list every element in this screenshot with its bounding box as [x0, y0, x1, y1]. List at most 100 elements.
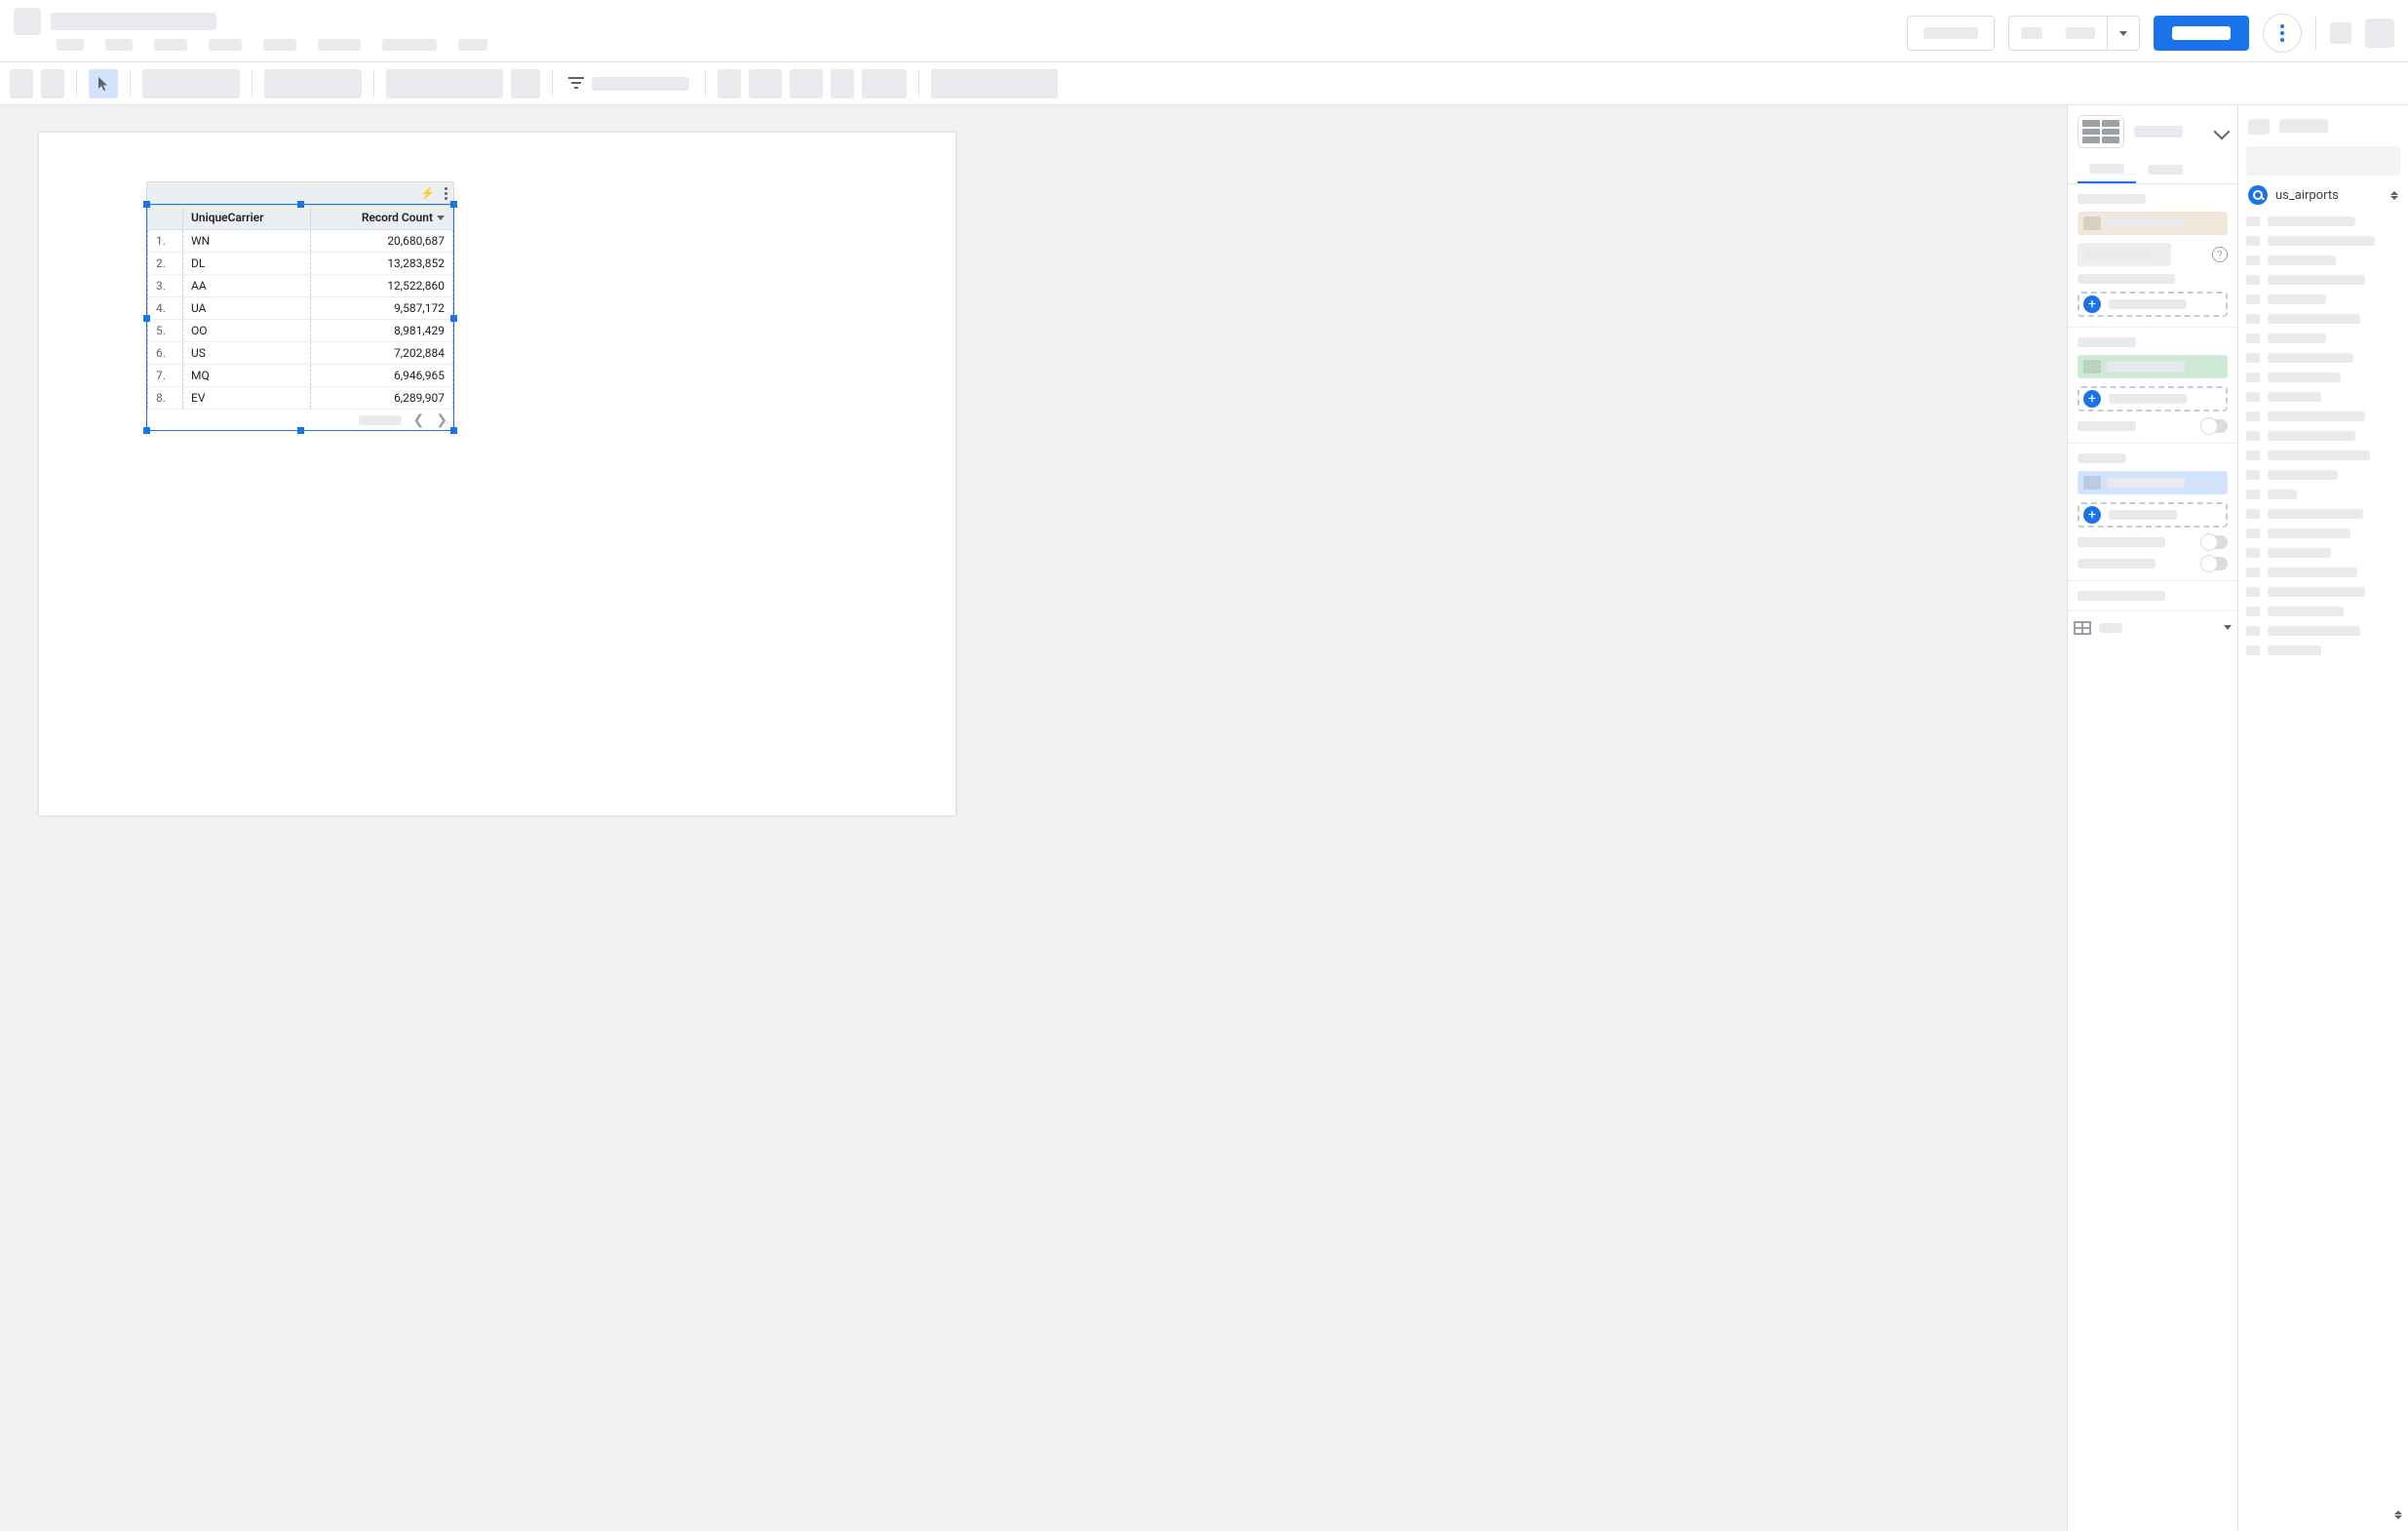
resize-handle[interactable]	[297, 427, 304, 434]
chart-type-thumbnail[interactable]	[2078, 115, 2124, 148]
split-caret[interactable]	[2108, 17, 2139, 50]
chevron-down-icon[interactable]	[2214, 124, 2231, 140]
field[interactable]	[2246, 236, 2400, 246]
data-source-row[interactable]: us_airports	[2238, 179, 2408, 211]
add-metric[interactable]: +	[2078, 502, 2228, 528]
table-row[interactable]: 1.WN20,680,687	[148, 230, 453, 253]
menu-item[interactable]	[263, 39, 296, 51]
redo-button[interactable]	[41, 69, 64, 98]
field[interactable]	[2246, 353, 2400, 363]
toolbar-control[interactable]	[264, 69, 362, 98]
resize-handle[interactable]	[450, 315, 457, 322]
table-component[interactable]: ⚡ UniqueCar	[146, 181, 454, 431]
field[interactable]	[2246, 548, 2400, 558]
resize-handle[interactable]	[450, 427, 457, 434]
report-page[interactable]: ⚡ UniqueCar	[39, 133, 955, 815]
menu-item[interactable]	[458, 39, 487, 51]
report-title[interactable]	[51, 13, 216, 30]
field[interactable]	[2246, 626, 2400, 636]
table-row[interactable]: 2.DL13,283,852	[148, 253, 453, 275]
field[interactable]	[2246, 255, 2400, 265]
menu-item[interactable]	[57, 39, 84, 51]
add-dimension[interactable]: +	[2078, 386, 2228, 412]
toolbar-control[interactable]	[386, 69, 503, 98]
field[interactable]	[2246, 568, 2400, 577]
filter-button[interactable]	[564, 77, 693, 91]
drilldown-toggle[interactable]	[2200, 419, 2228, 433]
field[interactable]	[2246, 587, 2400, 597]
resize-handle[interactable]	[143, 427, 150, 434]
table-row[interactable]: 8.EV6,289,907	[148, 387, 453, 410]
resize-handle[interactable]	[450, 201, 457, 208]
header-icon[interactable]	[2330, 22, 2351, 44]
field[interactable]	[2246, 216, 2400, 226]
table-row[interactable]: 6.US7,202,884	[148, 342, 453, 365]
metric-sliders-toggle[interactable]	[2200, 557, 2228, 570]
zoom-stepper[interactable]	[2394, 1511, 2402, 1519]
field[interactable]	[2246, 412, 2400, 421]
metric-chip[interactable]	[2078, 471, 2228, 494]
tab-style[interactable]	[2136, 156, 2194, 183]
field[interactable]	[2246, 275, 2400, 285]
menu-item[interactable]	[318, 39, 361, 51]
pager-next[interactable]: ❯	[436, 412, 447, 428]
field[interactable]	[2246, 314, 2400, 324]
field[interactable]	[2246, 529, 2400, 538]
row-index: 4.	[148, 297, 183, 320]
resize-handle[interactable]	[143, 315, 150, 322]
field[interactable]	[2246, 294, 2400, 304]
collapse-toggle-icon[interactable]	[2390, 191, 2398, 200]
more-options-button[interactable]	[2263, 14, 2302, 53]
header-button-1[interactable]	[1907, 16, 1995, 51]
toolbar-icon[interactable]	[831, 69, 854, 98]
table-row[interactable]: 5.OO8,981,429	[148, 320, 453, 342]
data-source-chip[interactable]	[2078, 212, 2228, 235]
field[interactable]	[2246, 373, 2400, 382]
pager-prev[interactable]: ❮	[413, 412, 425, 428]
menu-item[interactable]	[105, 39, 133, 51]
menu-item[interactable]	[382, 39, 437, 51]
primary-action-button[interactable]	[2154, 16, 2249, 51]
table-row[interactable]: 7.MQ6,946,965	[148, 365, 453, 387]
toolbar-control[interactable]	[511, 69, 540, 98]
table-row[interactable]: 4.UA9,587,172	[148, 297, 453, 320]
report-canvas[interactable]: ⚡ UniqueCar	[0, 105, 2067, 1531]
rows-per-page-select[interactable]	[2068, 610, 2237, 644]
field[interactable]	[2246, 646, 2400, 655]
field-search[interactable]	[2246, 146, 2400, 176]
field[interactable]	[2246, 470, 2400, 480]
header-split-button[interactable]	[2008, 16, 2140, 51]
table-row[interactable]: 3.AA12,522,860	[148, 275, 453, 297]
optional-metrics-toggle[interactable]	[2200, 535, 2228, 549]
field[interactable]	[2246, 431, 2400, 441]
component-kebab-icon[interactable]	[445, 187, 447, 200]
field[interactable]	[2246, 509, 2400, 519]
help-icon[interactable]: ?	[2212, 247, 2228, 262]
menu-item[interactable]	[154, 39, 187, 51]
add-date-range-dimension[interactable]: +	[2078, 292, 2228, 317]
undo-button[interactable]	[10, 69, 33, 98]
toolbar-icon[interactable]	[718, 69, 741, 98]
toolbar-icon[interactable]	[749, 69, 782, 98]
resize-handle[interactable]	[297, 201, 304, 208]
resize-handle[interactable]	[143, 201, 150, 208]
toolbar-icon[interactable]	[862, 69, 907, 98]
field[interactable]	[2246, 392, 2400, 402]
selection-tool[interactable]	[89, 69, 118, 98]
toolbar-control[interactable]	[142, 69, 240, 98]
toolbar-icon[interactable]	[790, 69, 823, 98]
explore-icon[interactable]: ⚡	[420, 187, 435, 199]
menu-item[interactable]	[209, 39, 242, 51]
dimension-chip[interactable]	[2078, 355, 2228, 378]
toolbar-control[interactable]	[931, 69, 1058, 98]
blend-button[interactable]	[2078, 243, 2171, 266]
field[interactable]	[2246, 334, 2400, 343]
account-avatar[interactable]	[2365, 19, 2394, 48]
field[interactable]	[2246, 490, 2400, 499]
column-header-metric[interactable]: Record Count	[310, 206, 452, 230]
column-header-dimension[interactable]: UniqueCarrier	[183, 206, 311, 230]
field[interactable]	[2246, 451, 2400, 460]
field[interactable]	[2246, 607, 2400, 616]
tab-setup[interactable]	[2078, 156, 2136, 183]
row-index: 8.	[148, 387, 183, 410]
